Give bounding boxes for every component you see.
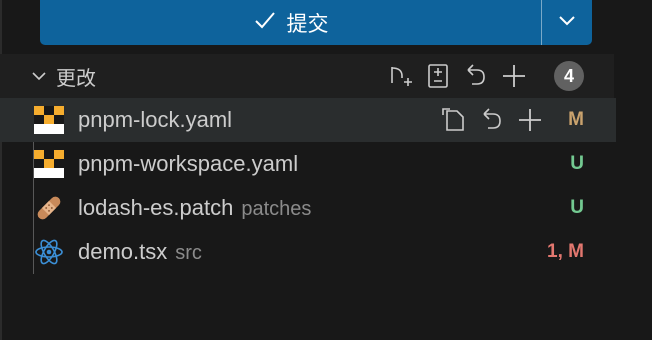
chevron-down-icon — [30, 67, 48, 85]
chevron-down-icon — [556, 9, 578, 36]
changes-count-badge: 4 — [554, 61, 584, 91]
commit-button-group: 提交 — [40, 0, 592, 45]
status-badge: U — [570, 197, 584, 218]
section-actions — [386, 54, 528, 98]
commit-button[interactable]: 提交 — [40, 0, 541, 45]
commit-dropdown-button[interactable] — [542, 0, 592, 45]
file-row-pnpm-lock[interactable]: pnpm-lock.yaml M — [0, 98, 616, 142]
git-pull-request-icon[interactable] — [386, 62, 414, 90]
check-icon — [253, 8, 277, 38]
commit-button-label: 提交 — [286, 12, 329, 36]
stage-changes-icon[interactable] — [516, 106, 544, 134]
row-actions — [440, 98, 544, 142]
open-file-icon[interactable] — [440, 106, 468, 134]
yaml-file-icon — [34, 106, 64, 134]
file-row-pnpm-workspace[interactable]: pnpm-workspace.yaml U — [0, 142, 616, 186]
yaml-file-icon — [34, 150, 64, 178]
discard-all-icon[interactable] — [462, 62, 490, 90]
file-name: lodash-es.patch — [78, 195, 234, 220]
status-badge: U — [570, 153, 584, 174]
file-directory: patches — [241, 198, 312, 220]
open-changes-icon[interactable] — [424, 62, 452, 90]
patch-file-icon — [34, 194, 64, 222]
file-name: pnpm-lock.yaml — [78, 107, 233, 132]
file-directory: src — [175, 242, 202, 264]
react-file-icon — [34, 238, 64, 266]
status-badge: 1, M — [547, 241, 584, 262]
file-name: pnpm-workspace.yaml — [78, 151, 299, 176]
file-name-group: demo.tsx src — [78, 230, 202, 274]
source-control-panel: 提交 更改 4 pnpm-lock.yaml M pnpm-workspace.… — [0, 0, 652, 340]
discard-changes-icon[interactable] — [478, 106, 506, 134]
file-row-lodash-patch[interactable]: lodash-es.patch patches U — [0, 186, 616, 230]
changes-section-header[interactable]: 更改 4 — [0, 54, 614, 98]
file-name-group: lodash-es.patch patches — [78, 186, 311, 230]
stage-all-icon[interactable] — [500, 62, 528, 90]
file-row-demo-tsx[interactable]: demo.tsx src 1, M — [0, 230, 616, 274]
file-name: demo.tsx — [78, 239, 168, 264]
changes-section-title: 更改 — [56, 67, 96, 90]
status-badge: M — [568, 109, 584, 130]
